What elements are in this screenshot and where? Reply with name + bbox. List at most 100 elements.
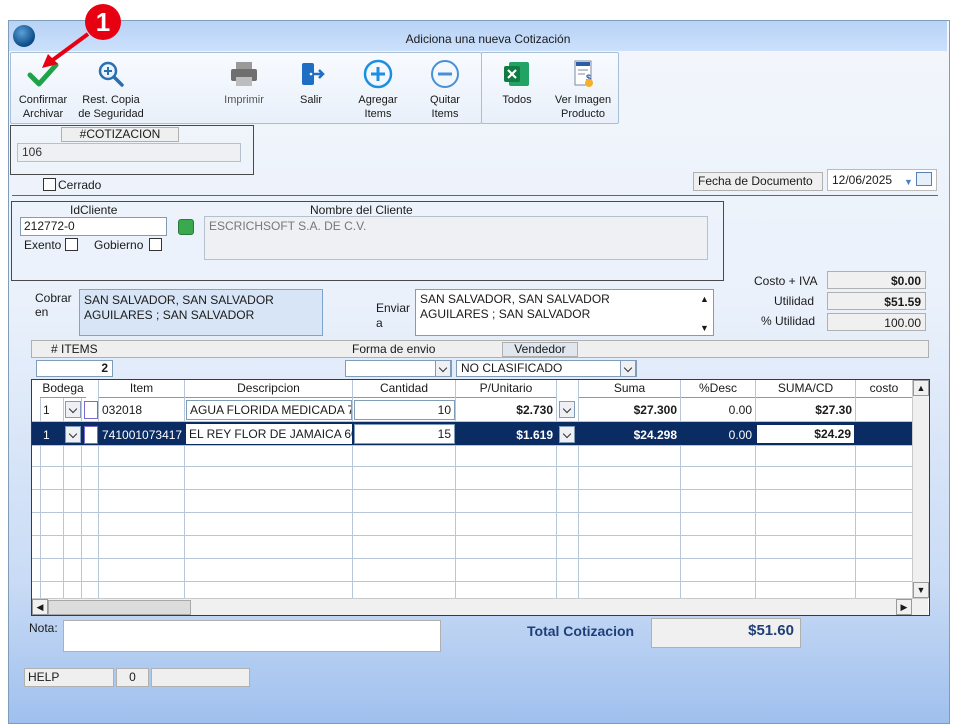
row-bodega[interactable]: 1 — [40, 424, 64, 446]
row-sum-cd: $27.30 — [815, 403, 852, 417]
row-unit-price[interactable]: $2.730 — [456, 399, 556, 421]
cost-value: $0.00 — [827, 271, 926, 289]
row-unit-price[interactable]: $1.619 — [456, 424, 556, 446]
cobrar-line-2: AGUILARES ; SAN SALVADOR — [84, 308, 255, 322]
table-row-selected[interactable]: 1 741001073417 EL REY FLOR DE JAMAICA 60… — [32, 422, 912, 446]
excel-icon — [504, 62, 529, 86]
items-count-value: 2 — [36, 360, 113, 377]
seller-select[interactable]: NO CLASIFICADO — [456, 360, 637, 377]
row-description[interactable]: EL REY FLOR DE JAMAICA 60 — [186, 424, 352, 444]
row-quantity[interactable]: 10 — [354, 400, 455, 420]
table-row[interactable] — [32, 536, 912, 559]
quote-number-label: #COTIZACION — [61, 127, 179, 142]
note-field[interactable] — [63, 620, 441, 652]
calendar-icon[interactable] — [916, 172, 932, 186]
plus-circle-icon — [363, 59, 393, 89]
items-grid[interactable]: Bodega Item Descripcion Cantidad P/Unita… — [31, 379, 930, 616]
header-quantity[interactable]: Cantidad — [353, 380, 455, 398]
profit-pct-label: % Utilidad — [761, 314, 816, 328]
table-row[interactable]: 1 032018 AGUA FLORIDA MEDICADA 7 10 $2.7… — [32, 399, 912, 422]
strip-header — [31, 340, 929, 358]
chevron-down-icon[interactable] — [620, 360, 636, 377]
cobrar-label-2: en — [35, 305, 49, 319]
scroll-up-icon[interactable]: ▲ — [700, 292, 709, 307]
verify-check-icon[interactable] — [178, 219, 194, 235]
scroll-right-arrow-icon[interactable]: ▶ — [896, 599, 912, 615]
row-bodega[interactable]: 1 — [40, 399, 64, 421]
header-cost[interactable]: costo — [856, 380, 912, 398]
horizontal-scrollbar[interactable]: ◀ ▶ — [32, 598, 928, 615]
client-id-field[interactable]: 212772-0 — [20, 217, 167, 236]
shipping-label: Forma de envio — [352, 342, 436, 356]
header-sum-cd[interactable]: SUMA/CD — [756, 380, 855, 398]
table-row[interactable] — [32, 467, 912, 490]
seller-value: NO CLASIFICADO — [461, 361, 563, 375]
row-description[interactable]: AGUA FLORIDA MEDICADA 7 — [186, 400, 352, 420]
export-all-button[interactable]: Todos — [492, 59, 542, 107]
closed-checkbox[interactable] — [43, 178, 56, 191]
scroll-down-arrow-icon[interactable]: ▼ — [913, 582, 929, 598]
client-name-field[interactable]: ESCRICHSOFT S.A. DE C.V. — [204, 216, 708, 260]
toolbar-secondary: Todos $ Ver Imagen Producto — [481, 52, 619, 124]
table-row[interactable] — [32, 513, 912, 536]
table-row[interactable] — [32, 559, 912, 582]
remove-items-button[interactable]: Quitar Items — [417, 59, 473, 121]
enviar-line-1: SAN SALVADOR, SAN SALVADOR — [420, 292, 610, 306]
header-item[interactable]: Item — [99, 380, 184, 398]
exit-button[interactable]: Salir — [287, 59, 335, 107]
print-button[interactable]: Imprimir — [217, 59, 271, 107]
restore-label-1: Rest. Copia — [82, 94, 140, 106]
row-discount[interactable]: 0.00 — [681, 399, 755, 421]
status-panel — [151, 668, 250, 687]
view-image-button[interactable]: $ Ver Imagen Producto — [552, 59, 614, 121]
header-discount[interactable]: %Desc — [681, 380, 755, 398]
restore-label-2: de Seguridad — [78, 108, 144, 120]
table-row[interactable] — [32, 444, 912, 467]
zoom-magnifier-icon — [98, 61, 124, 87]
header-sum[interactable]: Suma — [579, 380, 680, 398]
invoice-icon: $ — [574, 60, 593, 87]
header-unit-price[interactable]: P/Unitario — [456, 380, 556, 398]
total-label: Total Cotizacion — [527, 623, 635, 639]
vertical-scrollbar[interactable]: ▲ ▼ — [912, 380, 929, 598]
shipping-select[interactable] — [345, 360, 452, 377]
scroll-thumb[interactable] — [48, 600, 191, 615]
printer-icon — [231, 62, 257, 86]
status-help: HELP — [24, 668, 114, 687]
date-picker[interactable]: 12/06/2025 ▼ — [827, 169, 937, 191]
header-description[interactable]: Descripcion — [185, 380, 352, 398]
enviar-line-2: AGUILARES ; SAN SALVADOR — [420, 307, 591, 321]
scroll-left-arrow-icon[interactable]: ◀ — [32, 599, 48, 615]
header-bodega[interactable]: Bodega — [40, 380, 86, 398]
scroll-up-arrow-icon[interactable]: ▲ — [913, 380, 929, 396]
confirm-label-2: Archivar — [22, 108, 64, 120]
row-item[interactable]: 741001073417 — [99, 424, 184, 446]
chevron-down-icon[interactable] — [435, 360, 451, 377]
dropdown-arrow-icon[interactable]: ▼ — [904, 174, 913, 190]
row-sum: $24.298 — [633, 428, 677, 442]
row-quantity[interactable]: 15 — [354, 424, 455, 444]
chevron-down-icon[interactable] — [559, 401, 575, 418]
profit-value: $51.59 — [827, 292, 926, 310]
chevron-down-icon[interactable] — [559, 426, 575, 443]
row-item[interactable]: 032018 — [99, 399, 184, 421]
enviar-address[interactable]: SAN SALVADOR, SAN SALVADOR AGUILARES ; S… — [415, 289, 714, 336]
table-row[interactable] — [32, 490, 912, 513]
scroll-down-icon[interactable]: ▼ — [700, 321, 709, 336]
add-items-button[interactable]: Agregar Items — [349, 59, 407, 121]
note-label: Nota: — [29, 621, 58, 635]
search-doc-icon[interactable] — [84, 401, 98, 419]
exento-checkbox[interactable] — [65, 238, 78, 251]
chevron-down-icon[interactable] — [65, 426, 81, 443]
add-label-1: Agregar — [358, 94, 398, 106]
cobrar-address[interactable]: SAN SALVADOR, SAN SALVADOR AGUILARES ; S… — [79, 289, 323, 336]
print-label: Imprimir — [224, 94, 264, 106]
gobierno-checkbox[interactable] — [149, 238, 162, 251]
chevron-down-icon[interactable] — [65, 401, 81, 418]
search-doc-icon[interactable] — [84, 426, 98, 444]
row-discount[interactable]: 0.00 — [681, 424, 755, 446]
quote-number-field[interactable]: 106 — [17, 143, 241, 162]
profit-pct-value: 100.00 — [827, 313, 926, 331]
remove-label-2: Items — [431, 108, 459, 120]
total-value: $51.60 — [651, 618, 801, 648]
